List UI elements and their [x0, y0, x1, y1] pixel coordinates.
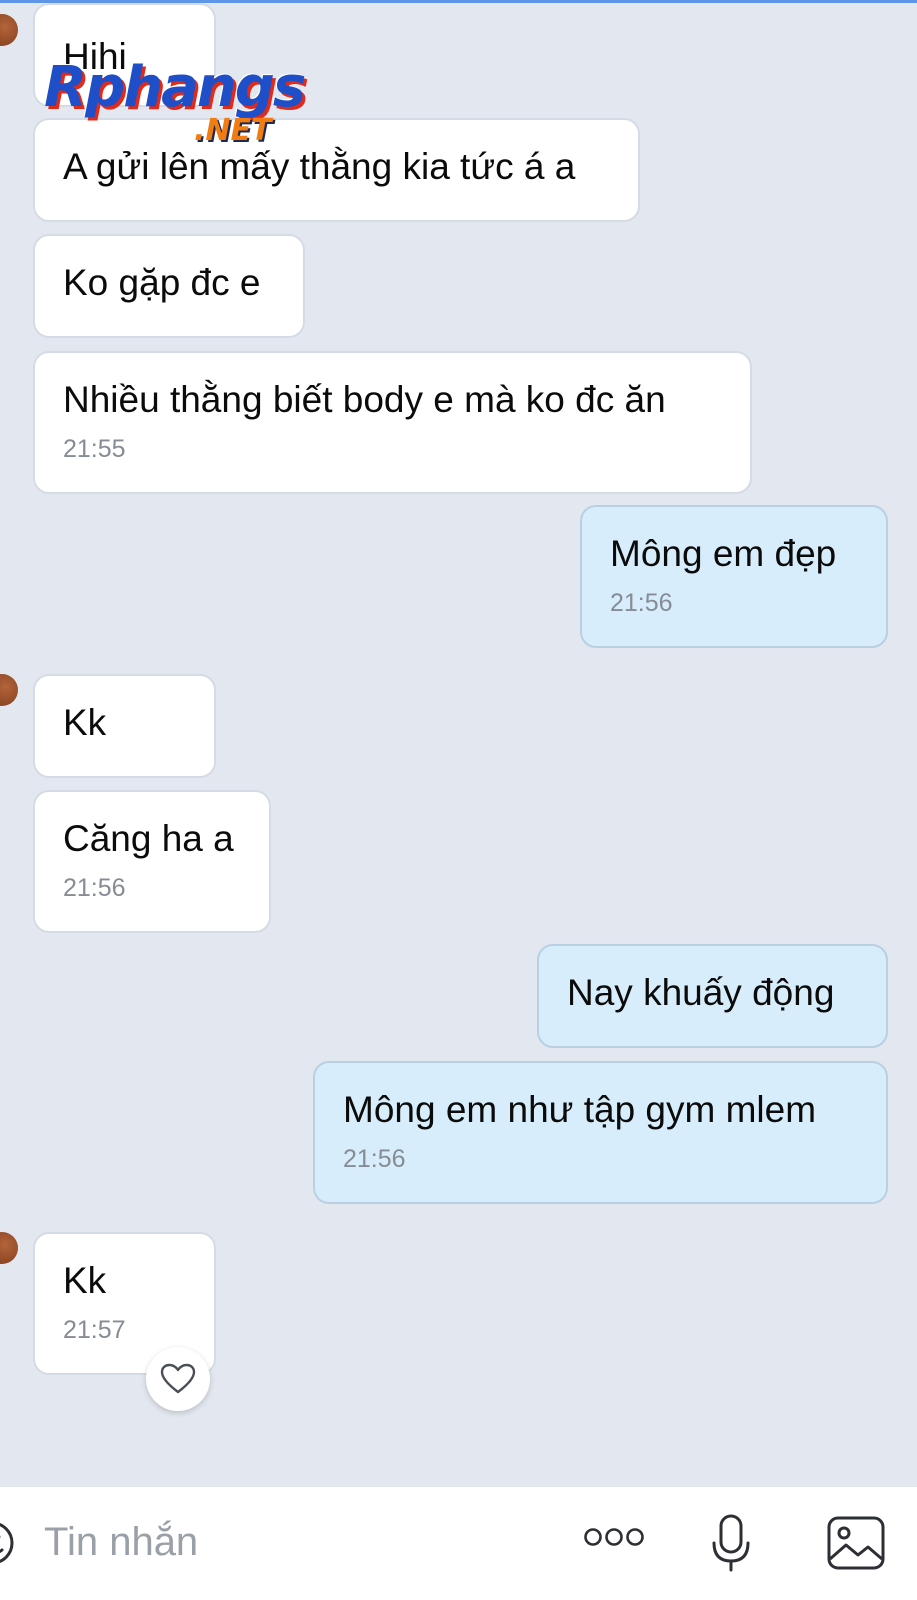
message-timestamp: 21:56 — [63, 874, 126, 902]
message-text: Mông em như tập gym mlem — [343, 1089, 817, 1130]
message-input[interactable]: Tin nhắn — [44, 1517, 198, 1567]
message-timestamp: 21:55 — [63, 435, 126, 463]
message-bubble-incoming[interactable]: Kk — [33, 674, 216, 778]
watermark-sub: .NET — [194, 113, 272, 148]
message-bubble-incoming[interactable]: Căng ha a 21:56 — [33, 790, 271, 933]
message-text: Căng ha a — [63, 818, 234, 859]
message-composer: Tin nhắn — [0, 1487, 917, 1600]
emoji-icon[interactable] — [0, 1520, 16, 1566]
message-text: Nhiều thằng biết body e mà ko đc ăn — [63, 379, 666, 420]
message-bubble-outgoing[interactable]: Mông em như tập gym mlem 21:56 — [313, 1061, 888, 1204]
message-bubble-outgoing[interactable]: Nay khuấy động — [537, 944, 888, 1048]
contact-avatar[interactable] — [0, 1232, 18, 1264]
message-text: Kk — [63, 702, 107, 743]
message-text: Kk — [63, 1260, 107, 1301]
message-text: Mông em đẹp — [610, 533, 837, 574]
message-timestamp: 21:57 — [63, 1316, 126, 1344]
message-timestamp: 21:56 — [343, 1145, 406, 1173]
contact-avatar[interactable] — [0, 14, 18, 46]
contact-avatar[interactable] — [0, 674, 18, 706]
image-icon[interactable] — [826, 1515, 886, 1571]
message-bubble-outgoing[interactable]: Mông em đẹp 21:56 — [580, 505, 888, 648]
more-icon[interactable] — [584, 1525, 644, 1549]
message-bubble-incoming[interactable]: Nhiều thằng biết body e mà ko đc ăn 21:5… — [33, 351, 752, 494]
reaction-heart-button[interactable] — [146, 1347, 210, 1411]
message-timestamp: 21:56 — [610, 589, 673, 617]
message-text: Ko gặp đc e — [63, 262, 261, 303]
message-bubble-incoming[interactable]: Ko gặp đc e — [33, 234, 305, 338]
message-text: Nay khuấy động — [567, 972, 835, 1013]
watermark-main: Rphangs — [44, 55, 306, 120]
heart-icon — [160, 1363, 196, 1394]
watermark-logo: Rphangs .NET — [44, 56, 324, 156]
mic-icon[interactable] — [711, 1513, 751, 1573]
